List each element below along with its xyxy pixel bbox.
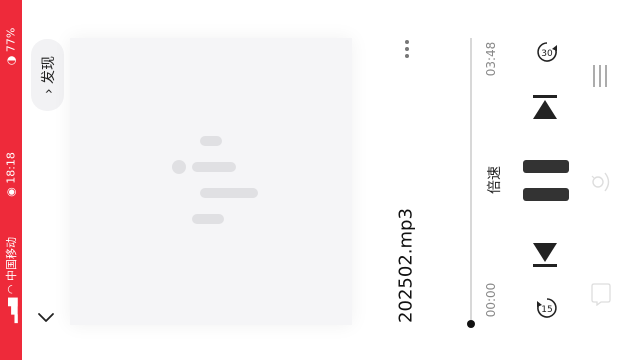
discover-content: › 发现 [38, 46, 58, 104]
battery-icon: ◑ [4, 55, 18, 66]
art-bar [192, 162, 236, 172]
battery-label: 77% [4, 27, 18, 53]
wifi-icon: ◠ [5, 284, 18, 295]
art-bar [200, 136, 222, 146]
share-icon[interactable] [589, 280, 613, 306]
signal-carrier: ▂▄▆ ◠ 中国移动 [3, 237, 19, 323]
chevron-down-icon: › [41, 88, 57, 95]
pause-bar [523, 160, 569, 173]
pause-icon[interactable] [523, 160, 569, 202]
previous-icon[interactable] [530, 240, 560, 270]
carrier-label: 中国移动 [5, 237, 18, 281]
progress-thumb[interactable] [467, 320, 475, 328]
status-bar: ▂▄▆ ◠ 中国移动 ◉ 18:18 ◑ 77% [0, 0, 22, 360]
svg-text:30: 30 [541, 49, 553, 59]
forward-30-icon[interactable]: 30 [535, 40, 559, 64]
time-label: 18:18 [4, 152, 18, 184]
clock: ◉ 18:18 [5, 140, 18, 210]
progress-track[interactable] [470, 38, 472, 324]
art-bar [192, 214, 224, 224]
pause-bar [523, 188, 569, 201]
rewind-15-icon[interactable]: 15 [535, 296, 559, 320]
comment-icon[interactable] [589, 168, 613, 196]
art-dot [172, 160, 186, 174]
art-bar [200, 188, 258, 198]
svg-text:15: 15 [541, 305, 552, 315]
signal-icon: ▂▄▆ [5, 297, 18, 323]
next-icon[interactable] [530, 92, 560, 122]
elapsed-time: 00:00 [484, 282, 498, 318]
album-art [70, 38, 352, 325]
battery-status: ◑ 77% [5, 12, 18, 82]
collapse-chevron-icon[interactable] [36, 308, 56, 328]
track-title: 202502.mp3 [395, 208, 417, 323]
discover-button[interactable]: › 发现 [31, 39, 64, 111]
speed-button[interactable]: 倍速 [484, 158, 504, 202]
alarm-icon: ◉ [4, 187, 18, 197]
discover-label: 发现 [41, 55, 57, 84]
more-icon[interactable] [404, 40, 410, 62]
duration-time: 03:48 [484, 41, 498, 77]
playlist-icon[interactable] [589, 63, 611, 89]
